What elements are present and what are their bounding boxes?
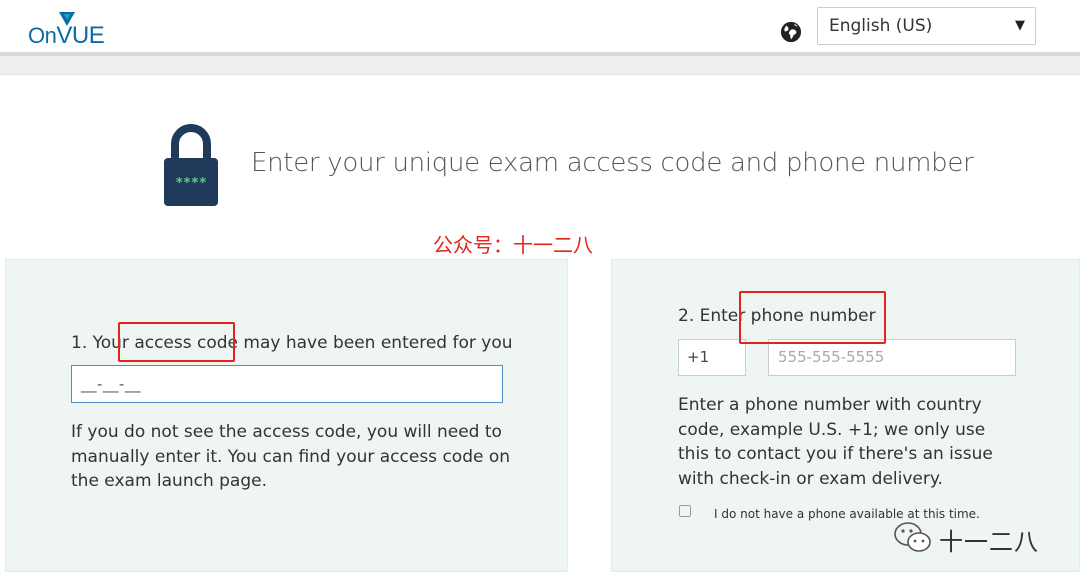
top-header: OnVUE English (US) ▼ [0, 0, 1080, 52]
watermark-text: 公众号：十一二八 [433, 233, 593, 257]
logo-text-vue: VUE [56, 22, 105, 49]
logo-text-on: On [28, 23, 57, 48]
phone-number-input[interactable]: 555-555-5555 [768, 339, 1016, 376]
padlock-icon: **** [164, 124, 218, 206]
language-select[interactable]: English (US) ▼ [817, 7, 1036, 45]
page-title: Enter your unique exam access code and p… [251, 148, 974, 178]
highlight-phone-number [739, 291, 886, 344]
logo-check-mark-icon [59, 12, 75, 26]
header-band [0, 56, 1080, 75]
lock-code-text: **** [175, 176, 206, 191]
access-code-panel: 1. Your access code may have been entere… [5, 259, 568, 572]
no-phone-label: I do not have a phone available at this … [714, 507, 980, 521]
globe-icon[interactable] [780, 21, 802, 43]
highlight-access-code [118, 322, 235, 362]
no-phone-checkbox[interactable] [679, 505, 691, 517]
phone-number-help: Enter a phone number with country code, … [678, 395, 993, 489]
language-select-value: English (US) [829, 16, 933, 36]
access-code-input[interactable]: __-__-__ [71, 365, 503, 403]
wechat-name: 十一二八 [939, 528, 1039, 556]
wechat-watermark: 十一二八 [893, 521, 1043, 556]
wechat-icon [894, 522, 931, 552]
chevron-down-icon: ▼ [1015, 18, 1025, 33]
access-code-help: If you do not see the access code, you w… [71, 422, 511, 491]
country-code-input[interactable]: +1 [678, 339, 746, 376]
